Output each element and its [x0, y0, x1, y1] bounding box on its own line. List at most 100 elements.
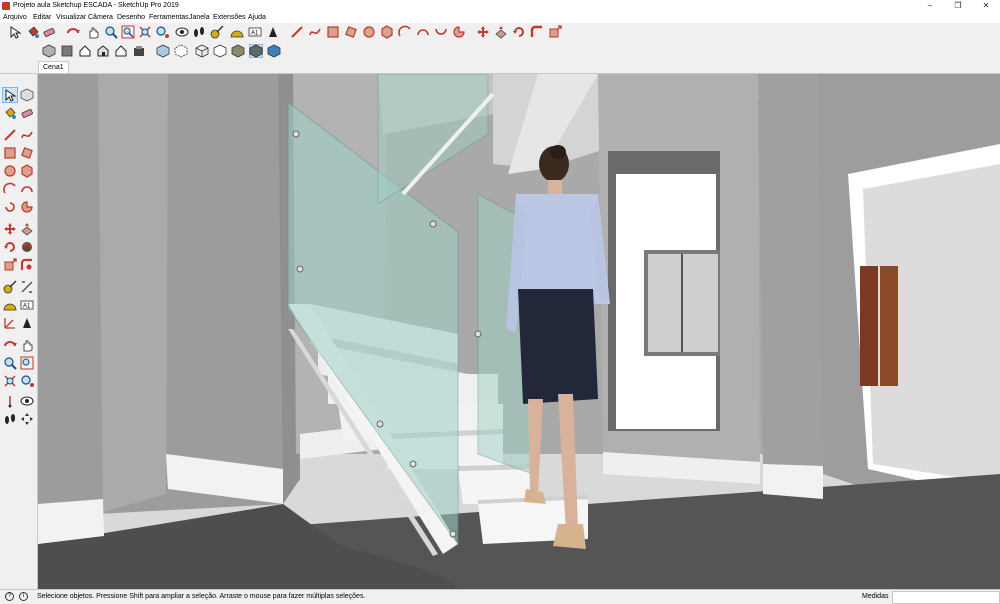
maximize-icon[interactable]: ❐ [944, 0, 972, 12]
select-icon[interactable] [2, 87, 18, 103]
offset-icon[interactable] [20, 258, 34, 272]
arc-variant-icon[interactable] [3, 200, 17, 214]
pan-icon[interactable] [86, 25, 100, 39]
menu-editar[interactable]: Editar [33, 13, 51, 22]
make-component-icon[interactable] [20, 88, 34, 102]
pie-icon[interactable] [20, 182, 34, 196]
follow-me-icon[interactable] [20, 240, 34, 254]
push-pull-icon[interactable] [494, 25, 508, 39]
zoom-icon[interactable] [104, 25, 118, 39]
credits-icon[interactable]: i [19, 592, 28, 601]
axes-icon[interactable] [266, 25, 280, 39]
circle-icon[interactable] [3, 164, 17, 178]
eraser-icon[interactable] [42, 25, 56, 39]
shaded-icon[interactable] [231, 44, 245, 58]
orbit-icon[interactable] [3, 338, 17, 352]
zoom-extents-icon[interactable] [3, 374, 17, 388]
select-icon[interactable] [8, 25, 22, 39]
status-hint: Selecione objetos. Pressione Shift para … [37, 593, 366, 600]
push-pull-icon[interactable] [20, 222, 34, 236]
dimension-icon[interactable] [20, 280, 34, 294]
section-plane-icon[interactable] [3, 412, 17, 426]
menu-desenho[interactable]: Desenho [117, 13, 145, 22]
right-view-icon[interactable] [96, 44, 110, 58]
pie-icon[interactable] [452, 25, 466, 39]
menu-janela[interactable]: Janela [189, 13, 210, 22]
menu-visualizar[interactable]: Visualizar [56, 13, 86, 22]
paint-bucket-icon[interactable] [3, 106, 17, 120]
rotated-rectangle-icon[interactable] [20, 146, 34, 160]
text-icon[interactable]: A1 [248, 25, 262, 39]
arc-icon[interactable] [398, 25, 412, 39]
menu-camera[interactable]: Câmera [88, 13, 113, 22]
paint-bucket-icon[interactable] [26, 25, 40, 39]
wireframe-icon[interactable] [195, 44, 209, 58]
rotate-icon[interactable] [3, 240, 17, 254]
menu-ferramentas[interactable]: Ferramentas [149, 13, 189, 22]
front-view-icon[interactable] [78, 44, 92, 58]
pan-icon[interactable] [20, 338, 34, 352]
arc-icon[interactable] [3, 182, 17, 196]
menu-extensoes[interactable]: Extensões [213, 13, 246, 22]
rectangle-icon[interactable] [326, 25, 340, 39]
look-around-icon[interactable] [20, 394, 34, 408]
scale-icon[interactable] [3, 258, 17, 272]
svg-text:A1: A1 [251, 31, 259, 37]
zoom-icon[interactable] [3, 356, 17, 370]
eraser-icon[interactable] [20, 106, 34, 120]
walk-icon[interactable] [192, 25, 206, 39]
close-icon[interactable]: ✕ [972, 0, 1000, 12]
top-view-icon[interactable] [60, 44, 74, 58]
position-camera-icon[interactable] [20, 374, 34, 388]
protractor-icon[interactable] [3, 298, 17, 312]
measures-input[interactable] [892, 591, 1000, 604]
follow-me-icon[interactable] [530, 25, 544, 39]
freehand-icon[interactable] [20, 128, 34, 142]
iso-view-icon[interactable] [42, 44, 56, 58]
3d-text-icon[interactable] [20, 316, 34, 330]
left-view-icon[interactable] [132, 44, 146, 58]
pie-wedge-icon[interactable] [20, 200, 34, 214]
rotated-rectangle-icon[interactable] [344, 25, 358, 39]
minimize-icon[interactable]: – [916, 0, 944, 12]
hidden-line-icon[interactable] [213, 44, 227, 58]
xray-icon[interactable] [156, 44, 170, 58]
section-fill-icon[interactable] [20, 412, 34, 426]
polygon-icon[interactable] [380, 25, 394, 39]
orbit-icon[interactable] [66, 25, 80, 39]
move-icon[interactable] [3, 222, 17, 236]
rotate-icon[interactable] [512, 25, 526, 39]
measures-label: Medidas [862, 593, 889, 600]
drawing-viewport[interactable] [38, 74, 1000, 589]
line-icon[interactable] [3, 128, 17, 142]
zoom-window-icon[interactable] [121, 25, 135, 39]
monochrome-icon[interactable] [267, 44, 281, 58]
menu-arquivo[interactable]: Arquivo [3, 13, 27, 22]
window-title: Projeto aula Sketchup ESCADA - SketchUp … [13, 2, 179, 9]
scale-icon[interactable] [548, 25, 562, 39]
move-icon[interactable] [476, 25, 490, 39]
freehand-icon[interactable] [308, 25, 322, 39]
tab-cena1[interactable]: Cena1 [38, 61, 69, 73]
back-view-icon[interactable] [114, 44, 128, 58]
zoom-window-icon[interactable] [20, 356, 34, 370]
geo-location-icon[interactable]: ? [5, 592, 14, 601]
circle-icon[interactable] [362, 25, 376, 39]
line-icon[interactable] [290, 25, 304, 39]
rectangle-icon[interactable] [3, 146, 17, 160]
menu-ajuda[interactable]: Ajuda [248, 13, 266, 22]
position-camera-icon[interactable] [155, 25, 169, 39]
three-point-arc-icon[interactable] [434, 25, 448, 39]
back-edges-icon[interactable] [174, 44, 188, 58]
axes-icon[interactable] [3, 316, 17, 330]
zoom-extents-icon[interactable] [138, 25, 152, 39]
walk-icon[interactable] [3, 394, 17, 408]
protractor-icon[interactable] [230, 25, 244, 39]
text-icon[interactable]: A1 [20, 298, 34, 312]
two-point-arc-icon[interactable] [416, 25, 430, 39]
look-around-icon[interactable] [175, 25, 189, 39]
tape-measure-icon[interactable] [210, 25, 224, 39]
tape-measure-icon[interactable] [3, 280, 17, 294]
polygon-icon[interactable] [20, 164, 34, 178]
shaded-textures-icon[interactable] [249, 44, 263, 58]
